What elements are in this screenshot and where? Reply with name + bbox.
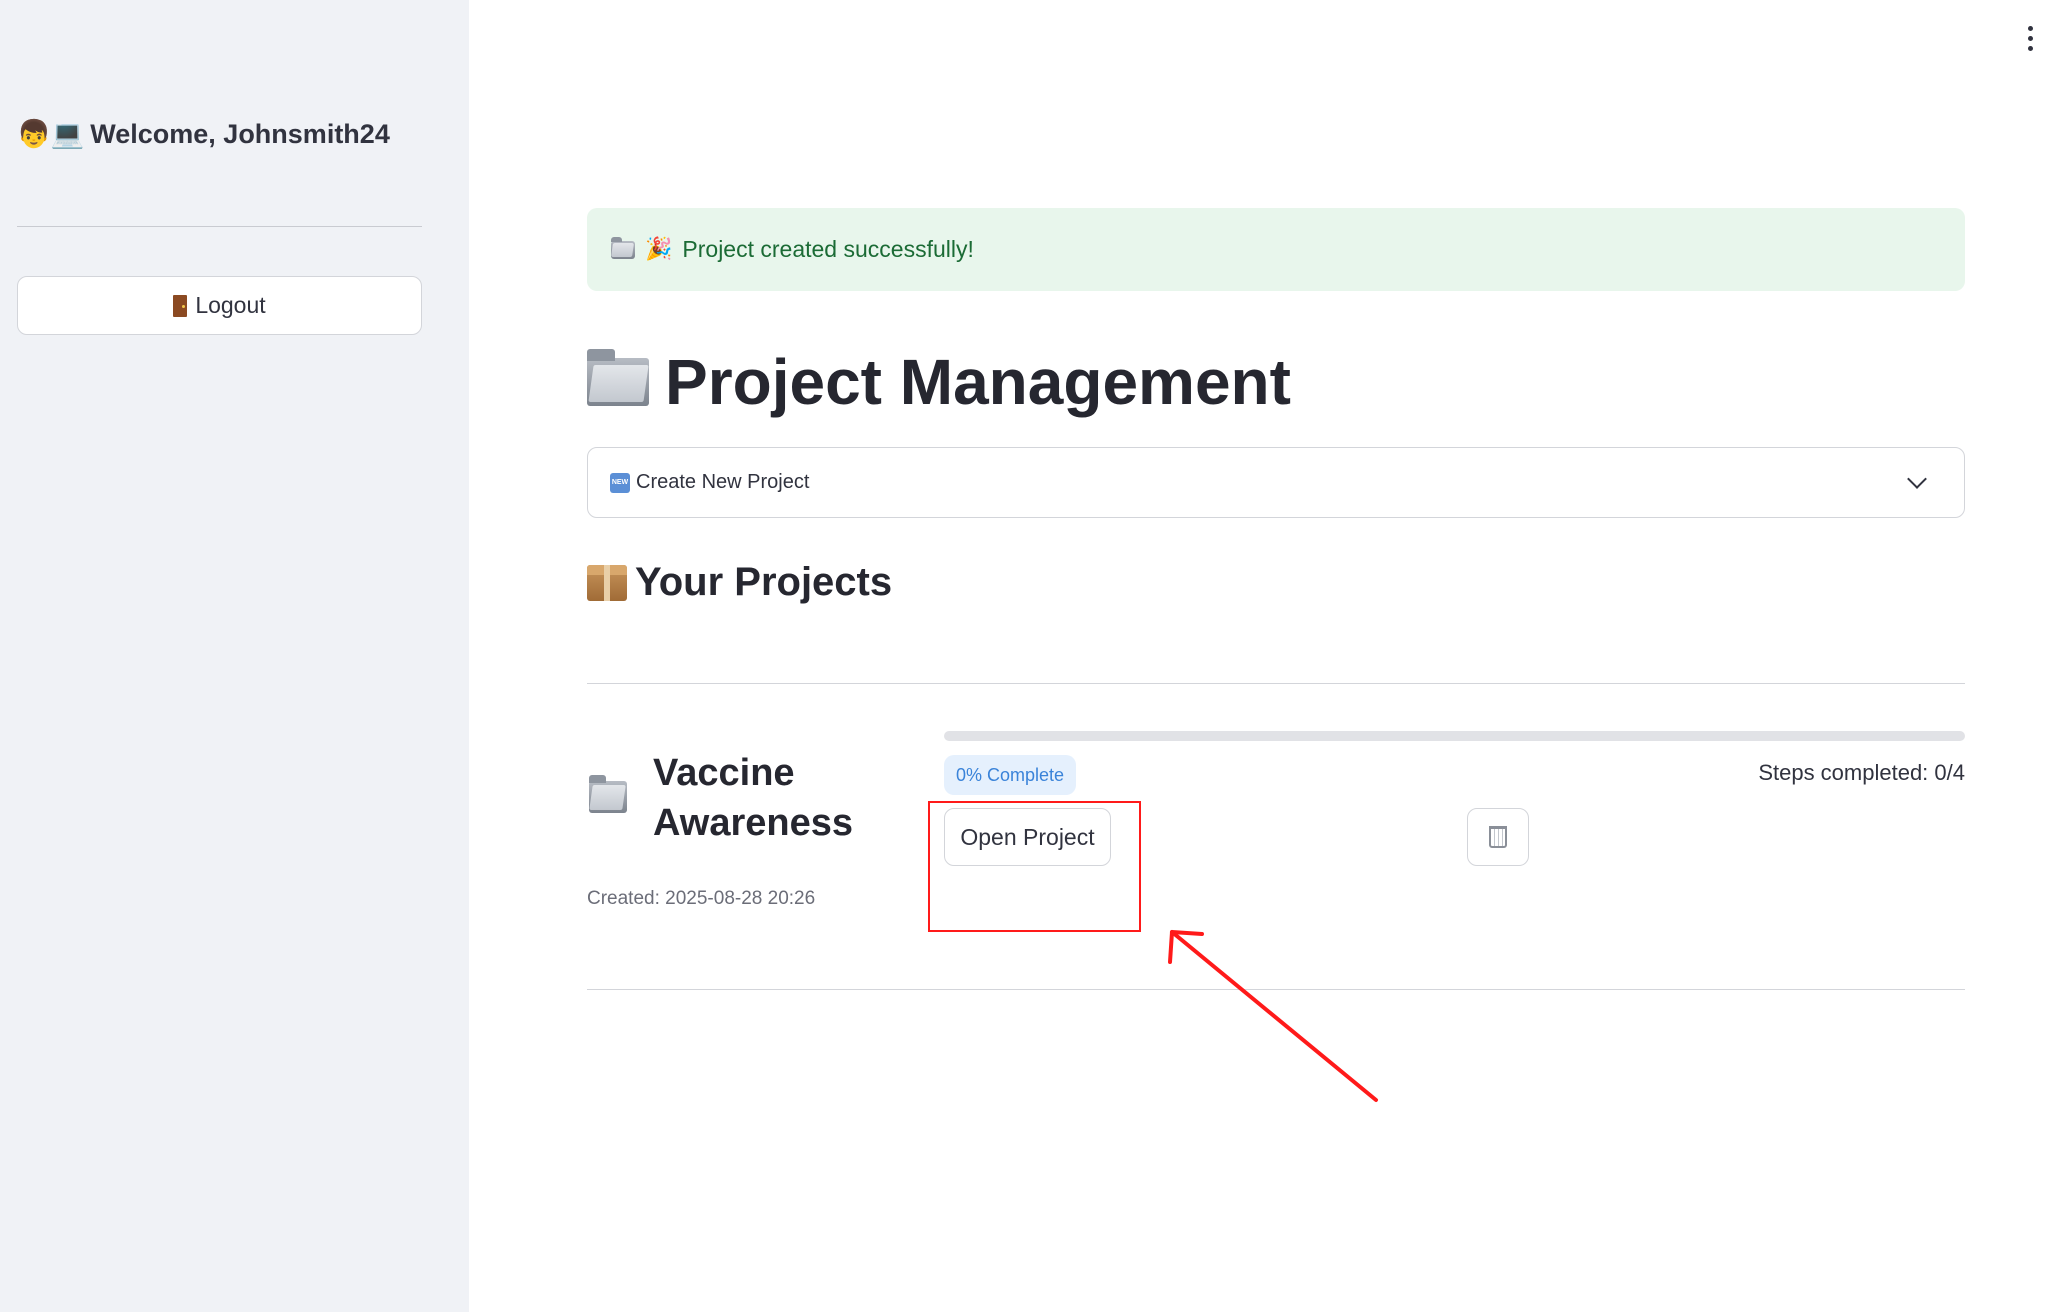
page-title-text: Project Management	[665, 346, 1291, 418]
progress-percent-badge: 0% Complete	[944, 755, 1077, 795]
sidebar-divider	[17, 226, 422, 227]
page-title: Project Management	[587, 345, 1291, 419]
door-icon	[173, 294, 188, 317]
alert-message: Project created successfully!	[682, 236, 974, 262]
logout-button[interactable]: Logout	[17, 276, 422, 335]
app-root: 👦💻 Welcome, Johnsmith24 Logout 🎉 Project…	[0, 0, 2048, 1312]
success-alert: 🎉 Project created successfully!	[587, 208, 1965, 291]
project-progress-bar	[944, 731, 1965, 741]
project-name: Vaccine Awareness	[653, 752, 853, 844]
projects-section-title-text: Your Projects	[635, 560, 893, 604]
welcome-emoji: 👦💻	[17, 119, 85, 150]
delete-project-button[interactable]	[1467, 808, 1529, 866]
welcome-heading: 👦💻 Welcome, Johnsmith24	[17, 118, 390, 151]
folder-icon	[611, 237, 635, 259]
expander-label: Create New Project	[636, 471, 810, 493]
welcome-text: Welcome, Johnsmith24	[90, 118, 390, 149]
logout-label: Logout	[195, 292, 266, 318]
divider-bottom	[587, 989, 1965, 990]
projects-section-title: Your Projects	[587, 560, 892, 605]
divider-top	[587, 683, 1965, 684]
trash-icon	[1489, 826, 1507, 848]
package-icon	[587, 564, 627, 601]
folder-icon	[587, 349, 649, 406]
chevron-down-icon	[1907, 468, 1927, 489]
sidebar: 👦💻 Welcome, Johnsmith24 Logout	[0, 0, 469, 1312]
kebab-menu-icon[interactable]	[2018, 20, 2042, 56]
project-created-date: Created: 2025-08-28 20:26	[587, 888, 816, 909]
open-project-button[interactable]: Open Project	[944, 808, 1111, 866]
create-project-expander[interactable]: NEW Create New Project	[587, 447, 1965, 518]
party-popper-icon: 🎉	[645, 237, 673, 262]
steps-completed: Steps completed: 0/4	[1758, 760, 1965, 785]
new-badge-icon: NEW	[610, 472, 630, 493]
project-folder-icon	[589, 775, 627, 813]
